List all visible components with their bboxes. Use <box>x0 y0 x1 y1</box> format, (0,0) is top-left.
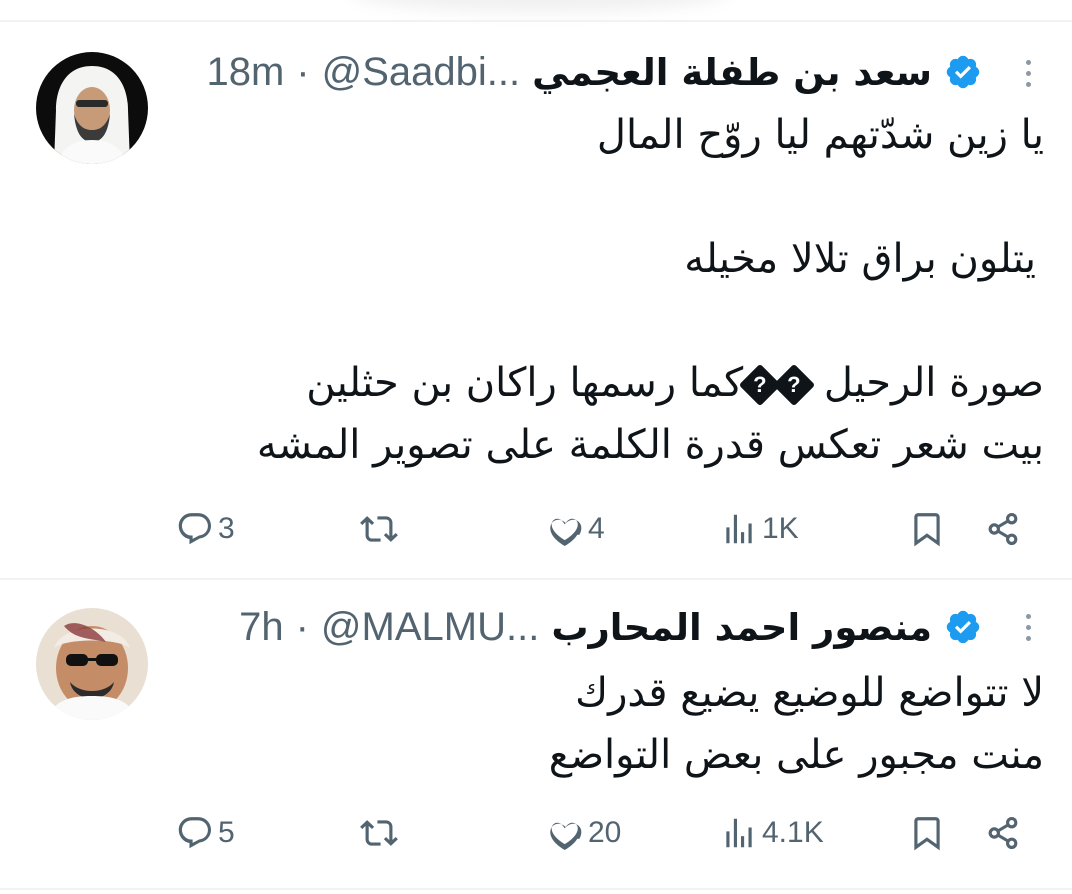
views-count: 4.1K <box>762 816 824 849</box>
like-count: 20 <box>588 816 622 849</box>
bookmark-icon <box>908 814 946 852</box>
like-button[interactable]: 20 <box>546 814 621 852</box>
share-icon <box>984 814 1022 852</box>
bottom-divider <box>0 888 1072 890</box>
reply-count: 5 <box>218 816 235 849</box>
action-bar: 3 4 1K <box>0 510 1072 550</box>
bookmark-icon <box>908 510 946 548</box>
tweet-1[interactable]: 18m · @Saadbi... سعد بن طفلة العجمي يا ز… <box>0 22 1072 580</box>
share-button[interactable] <box>984 814 1022 852</box>
tweet-2[interactable]: 7h · @MALMU... منصور احمد المحارب لا تتو… <box>0 580 1072 890</box>
views-button[interactable]: 1K <box>720 510 799 548</box>
reply-icon <box>176 814 214 852</box>
verified-badge-icon <box>944 608 982 646</box>
like-icon <box>546 510 584 548</box>
reply-button[interactable]: 5 <box>176 814 235 852</box>
display-name[interactable]: سعد بن طفلة العجمي <box>532 51 932 94</box>
tweet-header: 18m · @Saadbi... سعد بن طفلة العجمي <box>206 47 982 97</box>
reply-icon <box>176 510 214 548</box>
separator: · <box>296 49 310 94</box>
tweet-line: بيت شعر تعكس قدرة الكلمة على تصوير المشه <box>256 422 1044 468</box>
more-dots-icon[interactable] <box>1022 614 1034 647</box>
tweet-line: صورة الرحيل ??كما رسمها راكان بن حثلين <box>4 352 1044 414</box>
tweet-line-part: كما رسمها راكان بن حثلين <box>306 360 744 406</box>
repost-icon <box>360 814 398 852</box>
like-button[interactable]: 4 <box>546 510 605 548</box>
action-bar: 5 20 4.1K <box>0 814 1072 854</box>
reply-count: 3 <box>218 512 235 545</box>
repost-icon <box>360 510 398 548</box>
verified-badge-icon <box>944 53 982 91</box>
views-button[interactable]: 4.1K <box>720 814 824 852</box>
views-icon <box>720 814 758 852</box>
tweet-line: يا زين شدّتهم ليا روّح المال <box>596 112 1044 158</box>
tweet-line: يتلون براق تلالا مخيله <box>684 236 1036 282</box>
tweet-text: يا زين شدّتهم ليا روّح المال يتلون براق … <box>4 104 1044 476</box>
like-count: 4 <box>588 512 605 545</box>
share-icon <box>984 510 1022 548</box>
repost-button[interactable] <box>360 510 402 548</box>
separator: · <box>295 604 309 649</box>
like-icon <box>546 814 584 852</box>
tweet-text: لا تتواضع للوضيع يضيع قدرك منت مجبور على… <box>4 662 1044 786</box>
replacement-char-icon: ? <box>738 363 782 407</box>
tweet-line: منت مجبور على بعض التواضع <box>548 732 1044 778</box>
bookmark-button[interactable] <box>908 814 946 852</box>
reply-button[interactable]: 3 <box>176 510 235 548</box>
tweet-header: 7h · @MALMU... منصور احمد المحارب <box>239 602 982 652</box>
share-button[interactable] <box>984 510 1022 548</box>
tweet-line-part: صورة الرحيل <box>823 360 1044 406</box>
tweet-time[interactable]: 18m <box>206 50 284 95</box>
display-name[interactable]: منصور احمد المحارب <box>551 606 932 649</box>
tweet-time[interactable]: 7h <box>239 605 284 650</box>
top-shadow <box>350 0 730 12</box>
tweet-line: لا تتواضع للوضيع يضيع قدرك <box>575 670 1044 716</box>
repost-button[interactable] <box>360 814 402 852</box>
more-dots-icon[interactable] <box>1022 60 1034 93</box>
user-handle[interactable]: @Saadbi... <box>322 50 521 95</box>
user-handle[interactable]: @MALMU... <box>321 605 539 650</box>
bookmark-button[interactable] <box>908 510 946 548</box>
views-icon <box>720 510 758 548</box>
views-count: 1K <box>762 512 799 545</box>
